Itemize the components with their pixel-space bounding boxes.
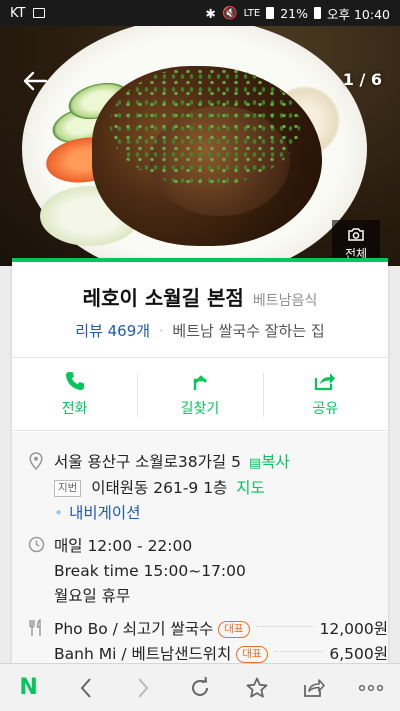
place-photo[interactable]: 1 / 6 전체 bbox=[0, 26, 400, 266]
more-menu-button[interactable] bbox=[351, 668, 391, 708]
phone-icon bbox=[65, 372, 84, 390]
back-nav-button[interactable] bbox=[66, 668, 106, 708]
status-bar: KT ✱ 🔇 LTE 21% 오후 10:40 bbox=[0, 0, 400, 26]
menu-item-price: 12,000원 bbox=[319, 620, 389, 638]
hours-line: 매일 12:00 - 22:00 bbox=[54, 537, 193, 555]
directions-label: 길찾기 bbox=[180, 401, 220, 417]
jibeon-address: 이태원동 261-9 1층 bbox=[91, 479, 228, 497]
clock-icon bbox=[28, 536, 44, 553]
copy-icon: ▤ bbox=[248, 456, 262, 471]
menu-section: Pho Bo / 쇠고기 쌀국수 대표 12,000원 Banh Mi / 베트… bbox=[26, 617, 388, 663]
place-details: 서울 용산구 소월로38가길 5 ▤복사 지번 이태원동 261-9 1층 지도… bbox=[12, 432, 388, 663]
place-category: 베트남음식 bbox=[252, 293, 318, 309]
herbs-image bbox=[110, 66, 300, 186]
utensils-icon bbox=[29, 619, 41, 636]
network-label: LTE bbox=[243, 7, 261, 19]
hours-section: 매일 12:00 - 22:00 Break time 15:00~17:00 … bbox=[26, 534, 388, 609]
bookmark-button[interactable] bbox=[237, 668, 277, 708]
battery-icon bbox=[314, 7, 321, 19]
copy-label: 복사 bbox=[261, 453, 290, 471]
closed-day-line: 월요일 휴무 bbox=[54, 587, 131, 605]
battery-percent: 21% bbox=[280, 5, 308, 21]
menu-item-price: 6,500원 bbox=[329, 645, 388, 663]
signal-icon bbox=[266, 7, 275, 19]
camera-icon bbox=[348, 227, 364, 241]
address-section: 서울 용산구 소월로38가길 5 ▤복사 지번 이태원동 261-9 1층 지도… bbox=[26, 450, 388, 526]
action-bar: 전화 길찾기 공유 bbox=[12, 357, 388, 431]
share-icon bbox=[315, 373, 336, 391]
map-link[interactable]: 지도 bbox=[236, 479, 265, 497]
leader-dots bbox=[255, 626, 314, 627]
directions-button[interactable]: 길찾기 bbox=[137, 358, 262, 430]
separator-dot: · bbox=[158, 322, 164, 340]
share-page-button[interactable] bbox=[294, 668, 334, 708]
carrier-label: KT bbox=[10, 5, 26, 21]
back-button[interactable] bbox=[18, 66, 52, 96]
menu-item-name: Pho Bo / 쇠고기 쌀국수 bbox=[54, 620, 214, 638]
refresh-button[interactable] bbox=[180, 668, 220, 708]
road-address: 서울 용산구 소월로38가길 5 bbox=[54, 453, 241, 471]
more-dots-icon bbox=[359, 684, 384, 691]
share-icon bbox=[304, 678, 326, 697]
clock: 오후 10:40 bbox=[327, 6, 390, 22]
menu-item-name: Banh Mi / 베트남샌드위치 bbox=[54, 645, 232, 663]
back-arrow-icon bbox=[23, 71, 48, 91]
forward-nav-button[interactable] bbox=[123, 668, 163, 708]
photo-counter: 1 / 6 bbox=[342, 70, 382, 89]
browser-toolbar: N bbox=[0, 663, 400, 711]
call-label: 전화 bbox=[61, 401, 88, 417]
leader-dots bbox=[273, 651, 324, 652]
review-count-link[interactable]: 리뷰 469개 bbox=[75, 322, 150, 340]
copy-address-button[interactable]: ▤복사 bbox=[249, 453, 290, 471]
chevron-right-icon bbox=[138, 677, 149, 698]
share-label: 공유 bbox=[312, 401, 339, 417]
jibeon-tag: 지번 bbox=[54, 480, 82, 497]
break-time-line: Break time 15:00~17:00 bbox=[54, 562, 246, 580]
gallery-notification-icon bbox=[33, 8, 46, 18]
naver-home-button[interactable]: N bbox=[9, 668, 49, 708]
signature-badge: 대표 bbox=[236, 646, 268, 663]
mute-icon: 🔇 bbox=[222, 5, 238, 20]
navigation-link[interactable]: 내비게이션 bbox=[69, 504, 140, 522]
share-button[interactable]: 공유 bbox=[262, 358, 388, 430]
menu-item: Banh Mi / 베트남샌드위치 대표 6,500원 bbox=[54, 642, 388, 663]
bluetooth-icon: ✱ bbox=[205, 5, 216, 21]
chevron-left-icon bbox=[80, 677, 91, 698]
menu-item: Pho Bo / 쇠고기 쌀국수 대표 12,000원 bbox=[54, 617, 388, 642]
call-button[interactable]: 전화 bbox=[12, 358, 137, 430]
naver-logo-icon: N bbox=[19, 675, 38, 700]
location-pin-icon bbox=[29, 452, 43, 470]
directions-icon bbox=[193, 375, 207, 390]
signature-badge: 대표 bbox=[218, 621, 250, 638]
place-tagline: 베트남 쌀국수 잘하는 집 bbox=[172, 322, 325, 340]
refresh-icon bbox=[192, 676, 208, 696]
bullet-dot: • bbox=[54, 504, 64, 522]
star-icon bbox=[246, 677, 268, 697]
place-name: 레호이 소월길 본점 bbox=[82, 286, 244, 310]
place-info-card: 레호이 소월길 본점 베트남음식 리뷰 469개 · 베트남 쌀국수 잘하는 집… bbox=[12, 258, 388, 663]
